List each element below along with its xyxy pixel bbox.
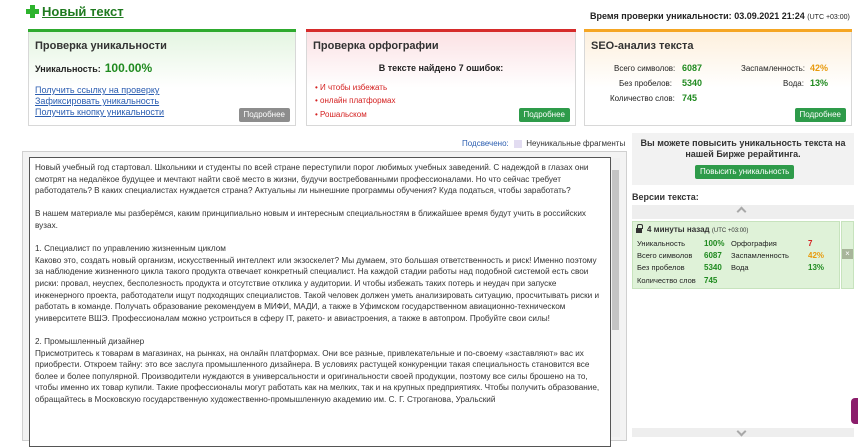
versions-scroll-down[interactable] xyxy=(632,426,854,437)
top-bar: Новый текст Время проверки уникальности:… xyxy=(0,0,858,27)
seo-title: SEO-анализ текста xyxy=(591,40,694,52)
chevron-up-icon xyxy=(736,206,747,217)
uniqueness-panel: Проверка уникальности Уникальность: 100.0… xyxy=(28,29,296,126)
seo-chars-value: 6087 xyxy=(682,63,703,73)
version-nausea-label: Заспамленность xyxy=(731,251,789,260)
version-water-value: 13% xyxy=(808,263,825,272)
spelling-error-text: И чтобы избежать xyxy=(320,83,388,92)
uniqueness-line: Уникальность: 100.00% xyxy=(35,61,152,75)
text-paragraph: В нашем материале мы разберёмся, каким п… xyxy=(35,209,587,230)
version-spell-label: Орфография xyxy=(731,239,777,248)
version-words-label: Количество слов xyxy=(637,276,696,285)
version-uniq-value: 100% xyxy=(704,239,725,248)
versions-title: Версии текста: xyxy=(632,192,699,202)
promo-box: Вы можете повысить уникальность текста н… xyxy=(632,133,854,185)
check-time-label: Время проверки уникальности: xyxy=(590,11,732,21)
spelling-more-button[interactable]: Подробнее xyxy=(518,108,570,122)
version-chars-label: Всего символов xyxy=(637,251,693,260)
uniqueness-panel-body: Проверка уникальности Уникальность: 100.0… xyxy=(29,32,295,125)
version-nospace-label: Без пробелов xyxy=(637,263,685,272)
get-link-link[interactable]: Получить ссылку на проверку xyxy=(35,85,159,95)
seo-words-value: 745 xyxy=(682,93,698,103)
version-card[interactable]: 4 минуты назад (UTC +03:00) Уникальность… xyxy=(632,221,840,289)
uniqueness-value: 100.00% xyxy=(104,61,153,75)
text-heading: 2. Промышленный дизайнер xyxy=(35,336,145,346)
highlight-legend-text: Неуникальные фрагменты xyxy=(526,139,626,148)
check-time-value: 03.09.2021 21:24 xyxy=(734,11,805,21)
plus-icon[interactable] xyxy=(26,5,39,18)
seo-panel: SEO-анализ текста Всего символов: 6087 Б… xyxy=(584,29,852,126)
spelling-error-text: Рошальском xyxy=(320,110,367,119)
spelling-panel-body: Проверка орфографии В тексте найдено 7 о… xyxy=(307,32,575,125)
chevron-down-icon xyxy=(736,426,747,437)
spelling-panel: Проверка орфографии В тексте найдено 7 о… xyxy=(306,29,576,126)
text-editor[interactable]: Новый учебный год стартовал. Школьники и… xyxy=(29,157,611,447)
text-paragraph: Новый учебный год стартовал. Школьники и… xyxy=(35,163,589,196)
seo-words-label: Количество слов: xyxy=(610,94,675,103)
version-time: 4 минуты назад (UTC +03:00) xyxy=(647,225,748,234)
version-chars-value: 6087 xyxy=(704,251,722,260)
highlight-legend: Подсвечено: Неуникальные фрагменты xyxy=(462,139,625,148)
uniqueness-title: Проверка уникальности xyxy=(35,40,167,52)
seo-nospace-value: 5340 xyxy=(682,78,703,88)
seo-chars-label: Всего символов: xyxy=(614,64,676,73)
check-time: Время проверки уникальности: 03.09.2021 … xyxy=(590,11,850,21)
version-water-label: Вода xyxy=(731,263,749,272)
version-nausea-value: 42% xyxy=(808,251,825,260)
seo-more-button[interactable]: Подробнее xyxy=(794,108,846,122)
text-paragraph: Каково это, создать новый организм, иску… xyxy=(35,255,600,323)
seo-nospace-label: Без пробелов: xyxy=(619,79,672,88)
version-time-text: 4 минуты назад xyxy=(647,225,710,234)
text-paragraph: Присмотритесь к товарам в магазинах, на … xyxy=(35,348,600,404)
seo-water-value: 13% xyxy=(810,78,829,88)
promo-text: Вы можете повысить уникальность текста н… xyxy=(640,138,846,159)
spelling-error-text: онлайн платформах xyxy=(320,96,396,105)
fix-uniqueness-link[interactable]: Зафиксировать уникальность xyxy=(35,96,159,106)
editor-scrollbar[interactable] xyxy=(611,158,620,437)
spelling-found: В тексте найдено 7 ошибок: xyxy=(378,63,504,73)
spelling-title: Проверка орфографии xyxy=(313,40,439,52)
versions-scroll-up[interactable] xyxy=(632,205,854,219)
close-icon[interactable]: × xyxy=(842,249,853,259)
version-tz: (UTC +03:00) xyxy=(711,228,749,234)
version-uniq-label: Уникальность xyxy=(637,239,686,248)
get-button-link[interactable]: Получить кнопку уникальности xyxy=(35,107,164,117)
new-text-link[interactable]: Новый текст xyxy=(42,4,124,19)
editor-scrollbar-thumb[interactable] xyxy=(612,170,619,330)
side-widget-tab[interactable] xyxy=(851,398,858,424)
uniqueness-label: Уникальность: xyxy=(35,64,101,74)
highlight-label[interactable]: Подсвечено: xyxy=(462,139,509,148)
version-nospace-value: 5340 xyxy=(704,263,722,272)
text-heading: 1. Специалист по управлению жизненным ци… xyxy=(35,244,226,254)
uniqueness-more-button[interactable]: Подробнее xyxy=(238,108,290,122)
seo-nausea-value: 42% xyxy=(810,63,829,73)
seo-water-label: Вода: xyxy=(783,79,804,88)
version-spell-value: 7 xyxy=(808,239,813,248)
check-time-tz: (UTC +03:00) xyxy=(807,14,850,21)
highlight-swatch xyxy=(513,139,522,148)
increase-uniqueness-button[interactable]: Повысить уникальность xyxy=(695,165,795,179)
spelling-error-item[interactable]: • И чтобы избежать xyxy=(315,83,387,92)
lock-icon xyxy=(636,224,643,233)
spelling-error-item[interactable]: • Рошальском xyxy=(315,110,367,119)
seo-panel-body: SEO-анализ текста Всего символов: 6087 Б… xyxy=(585,32,851,125)
version-words-value: 745 xyxy=(704,276,718,285)
spelling-error-item[interactable]: • онлайн платформах xyxy=(315,96,396,105)
seo-nausea-label: Заспамленность: xyxy=(741,64,806,73)
